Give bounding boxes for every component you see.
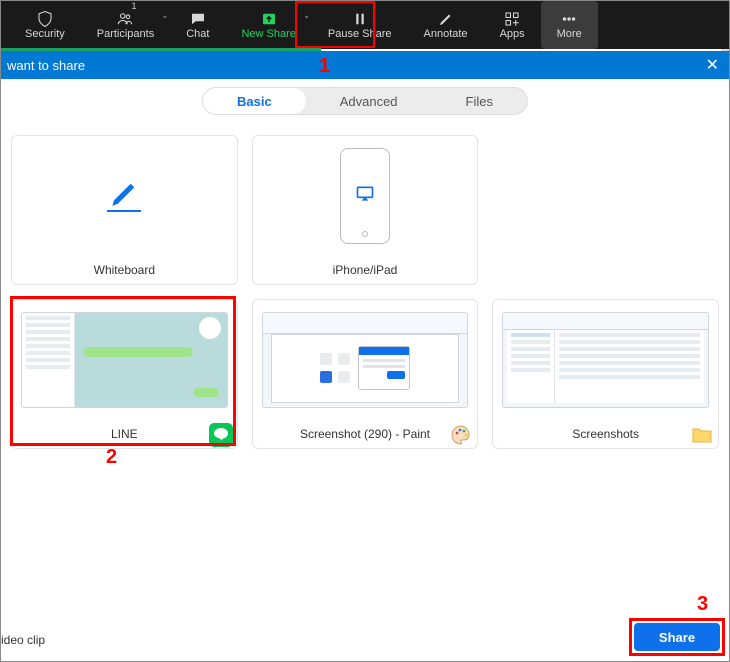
whiteboard-underline xyxy=(107,210,141,212)
participants-count-badge: 1 xyxy=(131,1,136,11)
explorer-window-thumbnail xyxy=(502,312,709,408)
dialog-title: want to share xyxy=(7,58,85,73)
share-target-label: Screenshots xyxy=(572,427,639,441)
share-target-iphone-ipad[interactable]: iPhone/iPad xyxy=(252,135,479,285)
chevron-down-icon[interactable]: ⌄ xyxy=(303,11,310,20)
folder-icon xyxy=(690,423,714,447)
share-button-label: Share xyxy=(659,630,695,645)
toolbar-label: Pause Share xyxy=(328,28,392,40)
toolbar-label: Chat xyxy=(186,28,209,40)
shield-icon xyxy=(35,10,55,28)
palette-icon xyxy=(449,423,473,447)
share-targets-grid: Whiteboard iPhone/iPad xyxy=(11,135,719,449)
toolbar-label: Apps xyxy=(500,28,525,40)
cony-sticker-icon xyxy=(199,317,221,339)
toolbar-more[interactable]: More xyxy=(541,1,598,49)
zoom-meeting-toolbar: Security 1 ⌄ Participants Chat ⌄ New Sha… xyxy=(1,1,729,49)
line-window-thumbnail xyxy=(21,312,228,408)
share-target-label: Whiteboard xyxy=(94,263,155,277)
share-target-label: LINE xyxy=(111,427,138,441)
toolbar-label: New Share xyxy=(241,28,295,40)
toolbar-apps[interactable]: Apps xyxy=(484,1,541,49)
pencil-icon xyxy=(436,10,456,28)
share-target-whiteboard[interactable]: Whiteboard xyxy=(11,135,238,285)
toolbar-annotate[interactable]: Annotate xyxy=(408,1,484,49)
share-target-label: Screenshot (290) - Paint xyxy=(300,427,430,441)
tab-basic[interactable]: Basic xyxy=(203,88,306,114)
close-icon[interactable]: ✕ xyxy=(706,55,719,75)
toolbar-participants[interactable]: 1 ⌄ Participants xyxy=(81,1,170,49)
toolbar-label: Participants xyxy=(97,28,154,40)
share-mode-tabs: Basic Advanced Files xyxy=(202,87,528,115)
home-button-icon xyxy=(362,231,368,237)
toolbar-security[interactable]: Security xyxy=(9,1,81,49)
toolbar-label: Security xyxy=(25,28,65,40)
apps-icon xyxy=(502,10,522,28)
chat-icon xyxy=(188,10,208,28)
pause-icon xyxy=(350,10,370,28)
toolbar-label: More xyxy=(557,28,582,40)
chevron-down-icon[interactable]: ⌄ xyxy=(162,11,169,20)
share-target-label: iPhone/iPad xyxy=(333,263,398,277)
share-target-explorer-screenshots[interactable]: Screenshots xyxy=(492,299,719,449)
people-icon xyxy=(115,10,135,28)
share-button[interactable]: Share xyxy=(634,623,720,651)
tab-advanced[interactable]: Advanced xyxy=(306,88,432,114)
share-target-line-app[interactable]: LINE xyxy=(11,299,238,449)
bottom-cropped-text: ideo clip xyxy=(1,633,45,647)
share-dialog-titlebar: want to share ✕ xyxy=(1,51,729,79)
paint-window-thumbnail xyxy=(262,312,469,408)
annotation-step-2: 2 xyxy=(106,446,117,469)
toolbar-label: Annotate xyxy=(424,28,468,40)
whiteboard-pen-icon xyxy=(108,178,140,215)
line-app-icon xyxy=(209,423,233,447)
grid-spacer xyxy=(492,135,719,285)
airplay-icon xyxy=(355,184,375,209)
toolbar-new-share[interactable]: ⌄ New Share xyxy=(225,1,311,49)
tab-files[interactable]: Files xyxy=(432,88,527,114)
toolbar-chat[interactable]: Chat xyxy=(170,1,225,49)
dots-icon xyxy=(559,10,579,28)
toolbar-pause-share[interactable]: Pause Share xyxy=(312,1,408,49)
share-target-paint-window[interactable]: Screenshot (290) - Paint xyxy=(252,299,479,449)
upload-icon xyxy=(259,10,279,28)
annotation-step-1: 1 xyxy=(319,55,330,78)
iphone-outline-icon xyxy=(340,148,390,244)
annotation-step-3: 3 xyxy=(697,593,708,616)
